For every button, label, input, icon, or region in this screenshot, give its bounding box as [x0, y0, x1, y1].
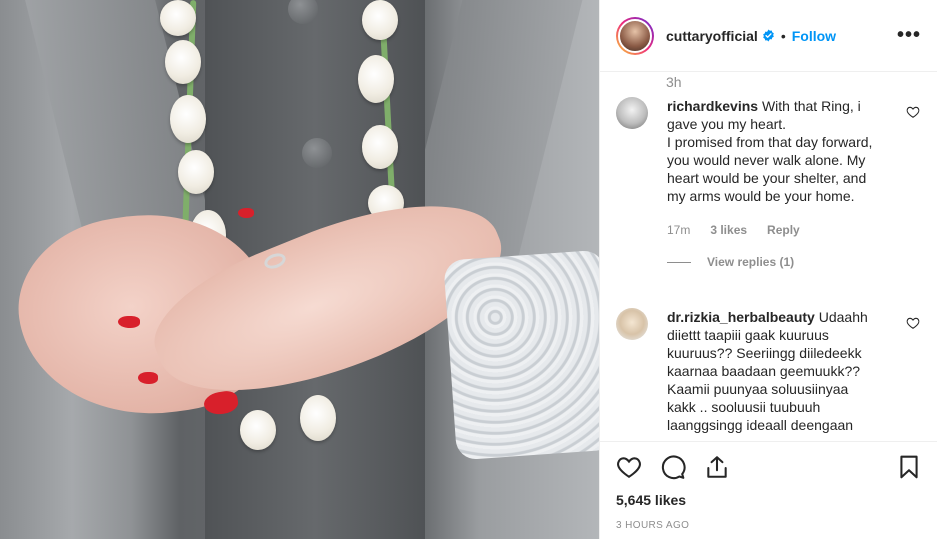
share-icon[interactable] — [704, 454, 730, 480]
jasmine-flower — [362, 0, 398, 40]
author-username[interactable]: cuttaryofficial — [666, 28, 758, 44]
commenter-username[interactable]: dr.rizkia_herbalbeauty — [667, 309, 815, 325]
caption-age: 3h — [666, 74, 682, 90]
commenter-avatar[interactable] — [616, 308, 648, 340]
verified-badge-icon — [763, 29, 774, 42]
reply-button[interactable]: Reply — [767, 223, 800, 237]
author-avatar[interactable] — [616, 16, 654, 55]
comment-icon[interactable] — [660, 454, 686, 480]
jasmine-flower — [240, 410, 276, 450]
bookmark-icon[interactable] — [896, 454, 922, 480]
jasmine-flower — [170, 95, 206, 143]
red-nail — [238, 208, 254, 218]
post-header: cuttaryofficial • Follow ••• — [600, 0, 937, 72]
comment-item: richardkevins With that Ring, i gave you… — [616, 97, 926, 269]
post-actions: 5,645 likes 3 HOURS AGO — [600, 441, 937, 539]
red-nail — [138, 372, 158, 384]
comment-meta: 17m 3 likes Reply — [667, 223, 926, 237]
heart-icon[interactable] — [906, 105, 920, 119]
follow-button[interactable]: Follow — [792, 28, 836, 44]
comment-likes[interactable]: 3 likes — [710, 223, 747, 237]
more-options-icon[interactable]: ••• — [897, 24, 921, 47]
comment-line: Udaahh diiettt taapiii gaak kuuruus kuur… — [667, 309, 868, 433]
comment-text: dr.rizkia_herbalbeauty Udaahh diiettt ta… — [667, 308, 877, 434]
jasmine-flower — [160, 0, 196, 36]
heart-icon[interactable] — [616, 454, 642, 480]
commenter-avatar[interactable] — [616, 97, 648, 129]
separator-dot: • — [780, 27, 786, 44]
vest-button — [302, 138, 332, 168]
commenter-username[interactable]: richardkevins — [667, 98, 758, 114]
jasmine-flower — [362, 125, 398, 169]
jasmine-flower — [300, 395, 336, 441]
view-replies-label[interactable]: View replies (1) — [707, 255, 794, 269]
jasmine-flower — [178, 150, 214, 194]
comment-line: I promised from that day forward, you wo… — [667, 134, 873, 204]
view-replies-button[interactable]: View replies (1) — [667, 255, 926, 269]
lace-sleeve — [443, 249, 599, 461]
red-nail — [118, 316, 140, 328]
post-timestamp[interactable]: 3 HOURS AGO — [616, 520, 689, 531]
comment-age: 17m — [667, 223, 691, 237]
post-photo[interactable] — [0, 0, 599, 539]
heart-icon[interactable] — [906, 316, 920, 330]
comments-list[interactable]: 3h richardkevins With that Ring, i gave … — [600, 72, 937, 440]
jasmine-flower — [165, 40, 201, 84]
comment-item: dr.rizkia_herbalbeauty Udaahh diiettt ta… — [616, 308, 926, 434]
post-sidebar: cuttaryofficial • Follow ••• 3h richardk… — [599, 0, 937, 539]
comment-text: richardkevins With that Ring, i gave you… — [667, 97, 877, 205]
likes-count[interactable]: 5,645 likes — [616, 492, 686, 508]
replies-divider — [667, 261, 691, 263]
jasmine-flower — [358, 55, 394, 103]
